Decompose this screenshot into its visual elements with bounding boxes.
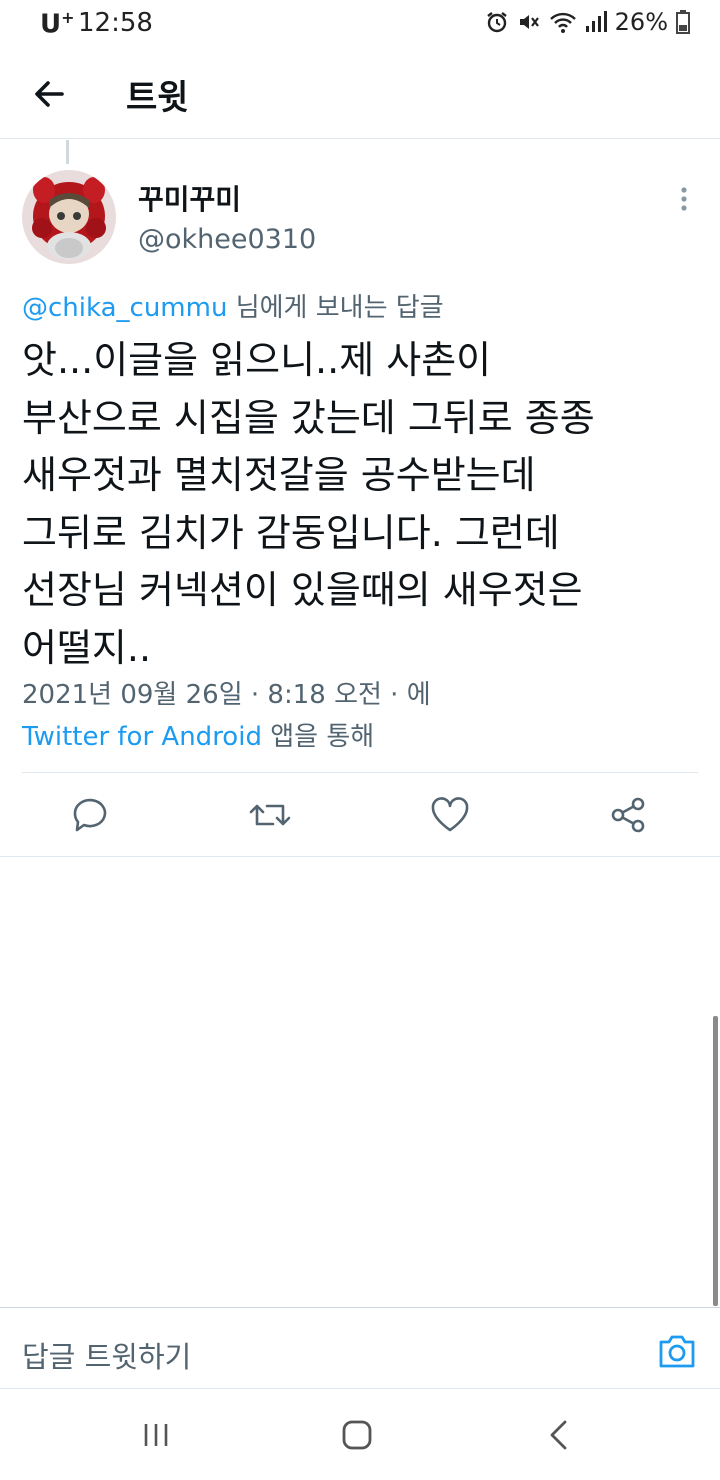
tweet-timestamp[interactable]: 2021년 09월 26일 · 8:18 오전 · 에 bbox=[22, 674, 431, 711]
camera-icon[interactable] bbox=[656, 1330, 698, 1372]
avatar-image bbox=[22, 170, 116, 264]
wifi-icon bbox=[549, 12, 576, 33]
tweet-actions bbox=[0, 780, 720, 854]
reply-icon[interactable] bbox=[65, 790, 115, 840]
recent-apps-icon[interactable] bbox=[131, 1410, 181, 1460]
divider bbox=[0, 856, 720, 857]
reply-mention-link[interactable]: @chika_cummu bbox=[22, 293, 227, 323]
more-options-icon[interactable] bbox=[672, 182, 696, 218]
reply-input-placeholder[interactable]: 답글 트윗하기 bbox=[22, 1334, 191, 1376]
status-icons: 26% bbox=[485, 8, 690, 36]
tweet-text-line: 선장님 커넥션이 있을때의 새우젓은 bbox=[22, 568, 583, 612]
divider bbox=[22, 772, 698, 773]
source-suffix: 앱을 통해 bbox=[261, 722, 375, 752]
like-heart-icon[interactable] bbox=[425, 790, 475, 840]
mute-icon bbox=[519, 15, 539, 29]
back-arrow-icon[interactable] bbox=[28, 72, 72, 116]
share-icon[interactable] bbox=[604, 790, 654, 840]
signal-icon bbox=[585, 11, 607, 32]
alarm-icon bbox=[486, 12, 507, 33]
battery-percent: 26% bbox=[614, 8, 668, 36]
system-back-icon[interactable] bbox=[534, 1410, 584, 1460]
home-icon[interactable] bbox=[332, 1410, 382, 1460]
reply-context: @chika_cummu 님에게 보내는 답글 bbox=[22, 287, 444, 324]
tweet-text-line: 새우젓과 멸치젓갈을 공수받는데 bbox=[22, 453, 536, 497]
thread-connector-line bbox=[66, 140, 69, 164]
user-handle[interactable]: @okhee0310 bbox=[138, 224, 316, 255]
retweet-icon[interactable] bbox=[245, 790, 295, 840]
tweet-text-line: 부산으로 시집을 갔는데 그뒤로 종종 bbox=[22, 395, 595, 440]
reply-context-suffix: 님에게 보내는 답글 bbox=[227, 293, 444, 323]
top-app-bar: 트윗 bbox=[0, 46, 720, 139]
page-title: 트윗 bbox=[126, 78, 189, 118]
display-name[interactable]: 꾸미꾸미 bbox=[138, 178, 241, 218]
avatar[interactable] bbox=[22, 170, 116, 264]
tweet-source: Twitter for Android 앱을 통해 bbox=[22, 716, 374, 753]
tweet-text: 앗...이글을 읽으니..제 사촌이 부산으로 시집을 갔는데 그뒤로 종종 새… bbox=[22, 332, 702, 677]
battery-icon bbox=[676, 10, 690, 34]
status-time: 12:58 bbox=[78, 8, 153, 38]
status-bar: U+ 12:58 26% bbox=[0, 0, 720, 46]
tweet-text-line: 어떨지.. bbox=[22, 625, 152, 670]
source-app-link[interactable]: Twitter for Android bbox=[22, 722, 262, 752]
scrollbar-thumb[interactable] bbox=[713, 1016, 718, 1306]
system-navigation-bar bbox=[0, 1388, 720, 1480]
tweet-text-line: 그뒤로 김치가 감동입니다. 그런데 bbox=[22, 510, 560, 555]
carrier-label: U+ bbox=[40, 8, 75, 40]
tweet-text-line: 앗...이글을 읽으니..제 사촌이 bbox=[22, 338, 492, 382]
reply-composer-bar[interactable]: 답글 트윗하기 bbox=[0, 1307, 720, 1389]
